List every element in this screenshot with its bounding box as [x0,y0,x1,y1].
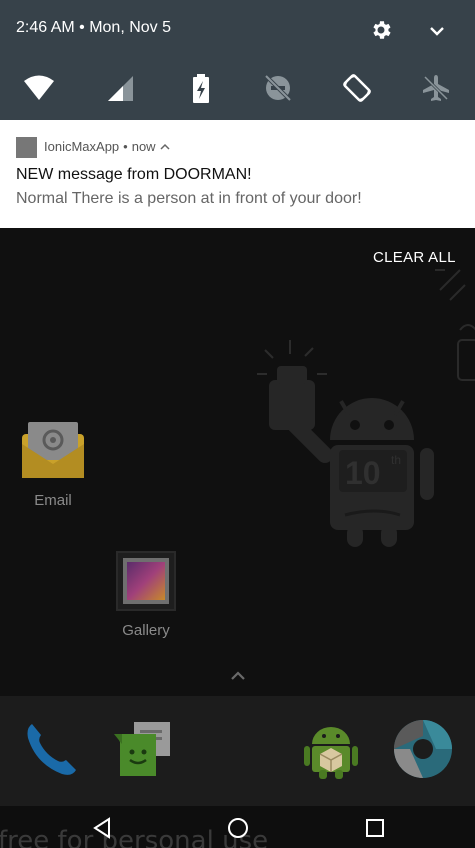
back-icon[interactable] [90,816,114,840]
wallpaper-android-art: 10 th [257,340,434,547]
quick-settings-header: 2:46 AM • Mon, Nov 5 [0,0,475,120]
notification-header: IonicMaxApp • now [44,139,170,154]
messenger-icon[interactable] [112,718,174,780]
phone-icon[interactable] [22,718,84,780]
gallery-icon [116,551,176,611]
store-android-icon[interactable] [300,718,362,780]
gallery-app-label: Gallery [122,622,170,639]
dock [0,696,475,806]
wallpaper-badge-sup: th [391,453,401,467]
separator-dot: • [123,139,128,154]
do-not-disturb-icon[interactable] [262,72,294,104]
auto-rotate-icon[interactable] [341,72,373,104]
navigation-bar: free for personal use [0,806,475,848]
airplane-mode-icon[interactable] [420,72,452,104]
home-icon[interactable] [226,816,250,840]
gallery-app-shortcut[interactable]: Gallery [100,550,192,639]
chevron-down-icon[interactable] [426,20,448,42]
collapse-chevron-up-icon[interactable] [160,143,170,151]
email-app-shortcut[interactable]: Email [10,420,96,509]
signal-icon[interactable] [104,72,136,104]
gear-icon[interactable] [369,18,393,42]
notification-app-name: IonicMaxApp [44,139,120,154]
notification-app-icon [16,137,37,158]
notification-card[interactable]: IonicMaxApp • now NEW message from DOORM… [0,120,475,228]
clear-all-button[interactable]: CLEAR ALL [373,249,456,266]
battery-saver-icon[interactable] [185,72,217,104]
notification-title: NEW message from DOORMAN! [16,166,252,183]
email-icon [22,422,84,478]
camera-icon[interactable] [392,718,454,780]
notification-time: now [131,139,156,154]
wallpaper-badge-number: 10 [345,455,381,491]
wifi-icon[interactable] [23,72,55,104]
recents-icon[interactable] [363,816,387,840]
notification-body: Normal There is a person at in front of … [16,190,362,207]
time-date: 2:46 AM • Mon, Nov 5 [16,19,172,36]
email-app-label: Email [34,492,72,509]
app-drawer-chevron-up-icon[interactable] [228,669,248,683]
